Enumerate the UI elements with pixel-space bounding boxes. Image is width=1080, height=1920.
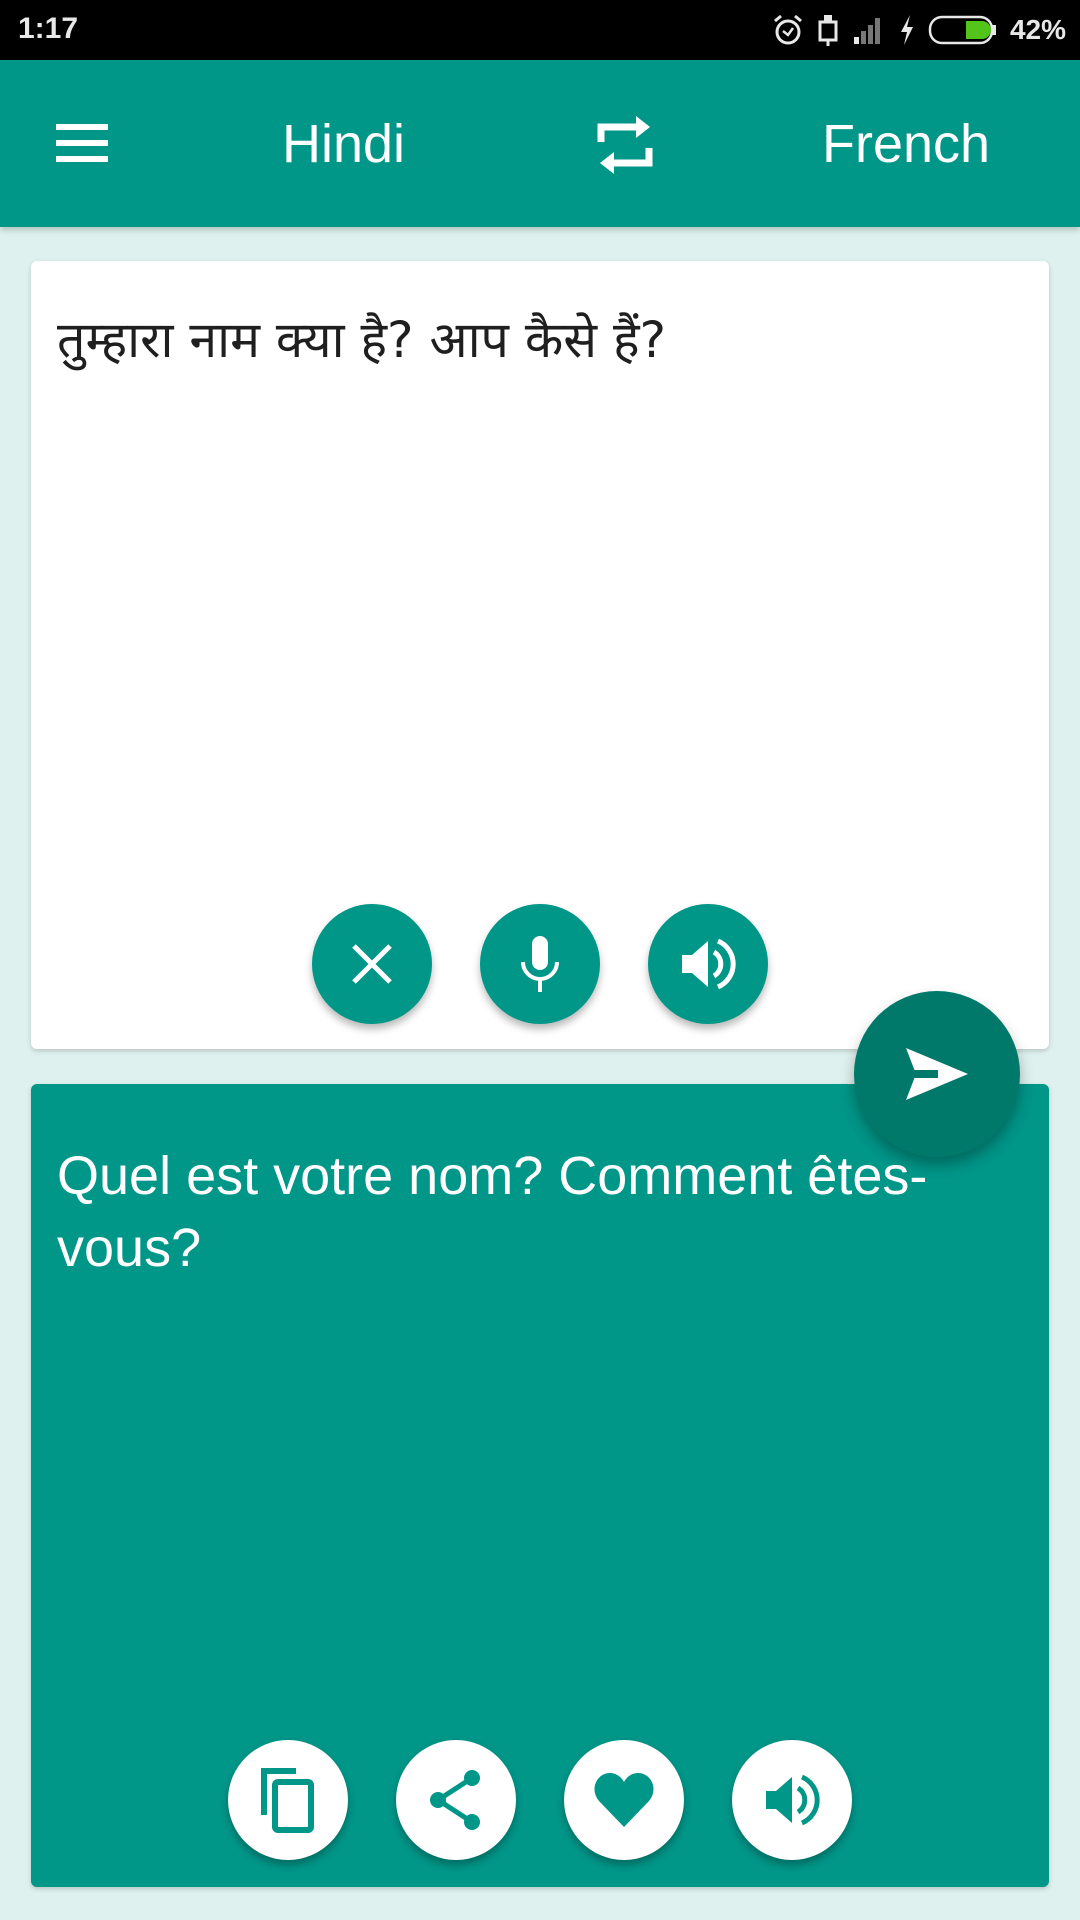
- status-icons: 42%: [772, 10, 1066, 50]
- translated-text: Quel est votre nom? Comment êtes-vous?: [57, 1146, 928, 1278]
- target-language-selector[interactable]: French: [822, 112, 990, 176]
- close-icon: [352, 944, 392, 984]
- share-icon: [430, 1770, 480, 1830]
- status-bar: 1:17 42%: [0, 0, 1080, 60]
- swap-languages-button[interactable]: [592, 112, 658, 178]
- speaker-icon: [766, 1774, 820, 1826]
- microphone-icon: [521, 936, 559, 992]
- source-language-selector[interactable]: Hindi: [282, 112, 405, 176]
- app-bar: Hindi French: [0, 60, 1080, 227]
- copy-icon: [261, 1768, 314, 1833]
- favorite-button[interactable]: [564, 1740, 684, 1860]
- battery-icon: [928, 15, 996, 45]
- heart-icon: [594, 1773, 654, 1827]
- speak-translation-button[interactable]: [732, 1740, 852, 1860]
- swap-languages-icon: [597, 116, 653, 174]
- status-time: 1:17: [18, 12, 79, 45]
- copy-button[interactable]: [228, 1740, 348, 1860]
- source-text-input[interactable]: तुम्हारा नाम क्या है? आप कैसे हैं?: [57, 305, 1023, 375]
- speak-source-button[interactable]: [648, 904, 768, 1024]
- hamburger-menu-icon[interactable]: [52, 120, 112, 168]
- signal-icon: [853, 18, 880, 44]
- battery-percent: 42%: [1009, 14, 1066, 45]
- alarm-icon: [773, 14, 802, 45]
- speaker-icon: [682, 938, 736, 990]
- translate-button[interactable]: [854, 991, 1020, 1157]
- clear-button[interactable]: [312, 904, 432, 1024]
- share-button[interactable]: [396, 1740, 516, 1860]
- output-card: Quel est votre nom? Comment êtes-vous?: [31, 1084, 1049, 1887]
- charging-icon: [900, 15, 913, 45]
- send-icon: [906, 1048, 968, 1100]
- microphone-button[interactable]: [480, 904, 600, 1024]
- usb-icon: [818, 15, 838, 46]
